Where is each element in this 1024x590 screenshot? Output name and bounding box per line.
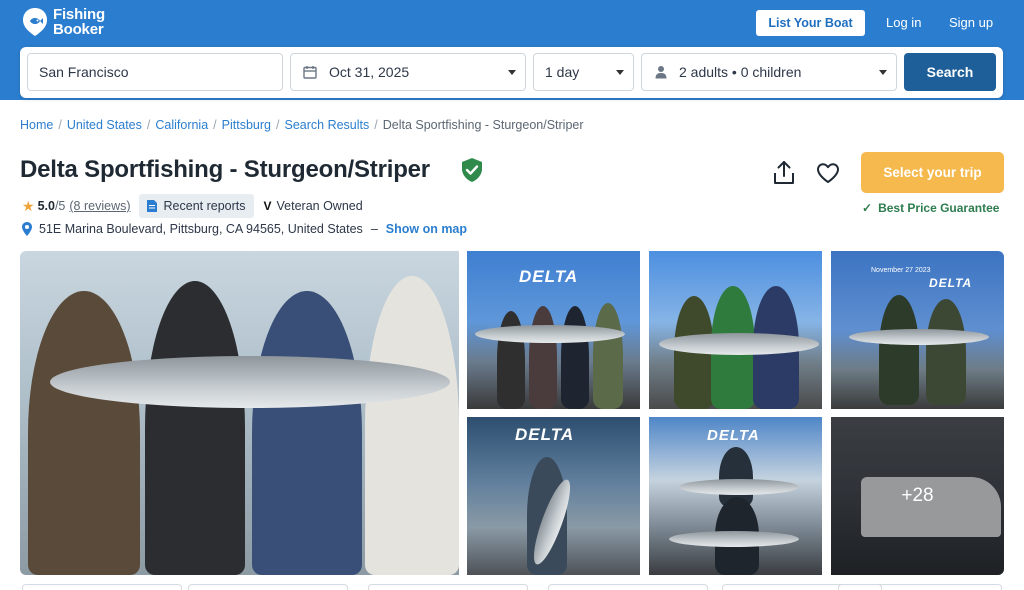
breadcrumb-country[interactable]: United States: [67, 118, 142, 132]
gallery-photo-1[interactable]: DELTA: [467, 251, 640, 409]
chevron-down-icon: [616, 70, 624, 75]
login-link[interactable]: Log in: [886, 15, 921, 30]
breadcrumb-home[interactable]: Home: [20, 118, 53, 132]
breadcrumb-separator: /: [276, 118, 280, 132]
reviews-link[interactable]: (8 reviews): [69, 199, 130, 213]
document-icon: [146, 200, 157, 212]
search-bar: San Francisco Oct 31, 2025 1 day 2 adult…: [20, 47, 1003, 98]
rating-value: 5.0: [37, 199, 55, 213]
map-pin-icon: [22, 222, 32, 236]
gallery-photo-6[interactable]: +28: [831, 417, 1004, 575]
logo-line2: Booker: [53, 21, 104, 38]
guests-value: 2 adults • 0 children: [679, 64, 802, 80]
rating-scale: /5: [54, 199, 66, 213]
signup-link[interactable]: Sign up: [949, 15, 993, 30]
breadcrumb: Home / United States / California / Pittsbu…: [20, 118, 584, 132]
listing-address: 51E Marina Boulevard, Pittsburg, CA 9456…: [22, 222, 467, 236]
location-value: San Francisco: [39, 64, 129, 80]
listing-meta: ★ 5.0 /5 (8 reviews) Recent reports V Ve…: [22, 194, 363, 218]
search-button[interactable]: Search: [904, 53, 996, 91]
veteran-owned-label: Veteran Owned: [276, 199, 363, 213]
more-photos-overlay[interactable]: +28: [831, 417, 1004, 575]
verified-shield-icon: [462, 158, 482, 182]
photo-date-caption: November 27 2023: [871, 267, 931, 274]
select-your-trip-button[interactable]: Select your trip: [861, 152, 1004, 193]
breadcrumb-state[interactable]: California: [155, 118, 208, 132]
fishingbooker-logo[interactable]: Fishing Booker: [22, 7, 105, 37]
breadcrumb-separator: /: [213, 118, 217, 132]
list-your-boat-button[interactable]: List Your Boat: [756, 10, 865, 36]
gallery-photo-4[interactable]: DELTA: [467, 417, 640, 575]
gallery-main-photo[interactable]: [20, 251, 459, 575]
more-photos-count: +28: [901, 485, 934, 506]
gallery-photo-5[interactable]: DELTA: [649, 417, 822, 575]
best-price-guarantee: ✓ Best Price Guarantee: [862, 201, 999, 215]
page-title: Delta Sportfishing - Sturgeon/Striper: [20, 156, 430, 183]
breadcrumb-city[interactable]: Pittsburg: [222, 118, 271, 132]
breadcrumb-search-results[interactable]: Search Results: [284, 118, 369, 132]
gallery-photo-3[interactable]: November 27 2023 DELTA: [831, 251, 1004, 409]
duration-select[interactable]: 1 day: [533, 53, 634, 91]
logo-line1: Fishing: [53, 6, 105, 23]
breadcrumb-separator: /: [146, 118, 151, 132]
calendar-icon: [303, 65, 317, 79]
tabs-strip: [20, 584, 1004, 590]
show-on-map-link[interactable]: Show on map: [386, 222, 467, 236]
guests-select[interactable]: 2 adults • 0 children: [641, 53, 897, 91]
checkmark-icon: ✓: [862, 201, 873, 215]
breadcrumb-current: Delta Sportfishing - Sturgeon/Striper: [382, 118, 584, 132]
heart-icon[interactable]: [816, 162, 840, 184]
gallery-photo-2[interactable]: [649, 251, 822, 409]
star-icon: ★: [22, 197, 35, 214]
recent-reports-badge[interactable]: Recent reports: [138, 194, 254, 218]
address-text: 51E Marina Boulevard, Pittsburg, CA 9456…: [39, 222, 363, 236]
best-price-label: Best Price Guarantee: [878, 201, 1000, 215]
person-icon: [655, 65, 667, 79]
breadcrumb-separator: /: [58, 118, 62, 132]
fish-hook-logo-icon: [23, 8, 47, 36]
address-separator: –: [370, 222, 378, 236]
chevron-down-icon: [508, 70, 516, 75]
veteran-icon: V: [263, 199, 272, 213]
location-input[interactable]: San Francisco: [27, 53, 283, 91]
share-icon[interactable]: [772, 160, 796, 186]
duration-value: 1 day: [545, 64, 580, 80]
date-picker[interactable]: Oct 31, 2025: [290, 53, 526, 91]
recent-reports-label: Recent reports: [163, 199, 246, 213]
veteran-owned-badge: V Veteran Owned: [264, 199, 363, 213]
chevron-down-icon: [879, 70, 887, 75]
date-value: Oct 31, 2025: [329, 64, 410, 80]
breadcrumb-separator: /: [374, 118, 378, 132]
